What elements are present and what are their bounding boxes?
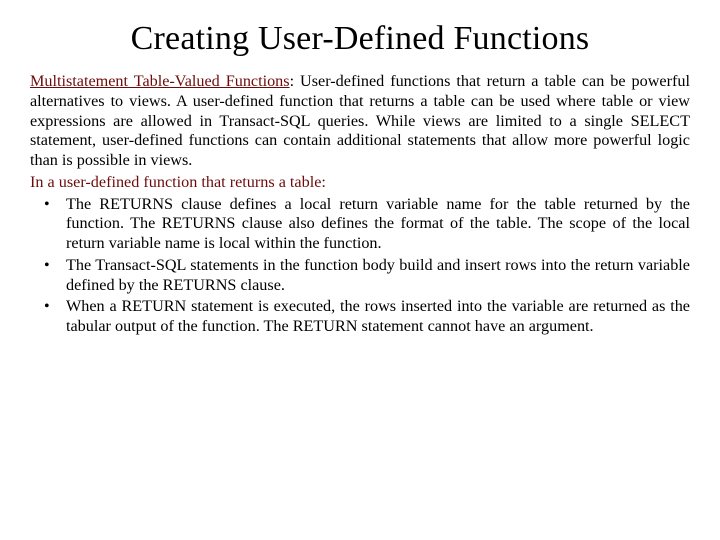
paragraph-main: Multistatement Table-Valued Functions: U… <box>30 72 690 171</box>
list-item: The Transact-SQL statements in the funct… <box>66 256 690 296</box>
slide-title: Creating User-Defined Functions <box>30 20 690 58</box>
slide-body: Multistatement Table-Valued Functions: U… <box>30 72 690 337</box>
bullet-list: The RETURNS clause defines a local retur… <box>30 195 690 337</box>
slide: Creating User-Defined Functions Multista… <box>0 0 720 359</box>
list-item: The RETURNS clause defines a local retur… <box>66 195 690 254</box>
lead-term: Multistatement Table-Valued Functions <box>30 72 290 90</box>
paragraph-intro: In a user-defined function that returns … <box>30 173 690 193</box>
list-item: When a RETURN statement is executed, the… <box>66 297 690 337</box>
